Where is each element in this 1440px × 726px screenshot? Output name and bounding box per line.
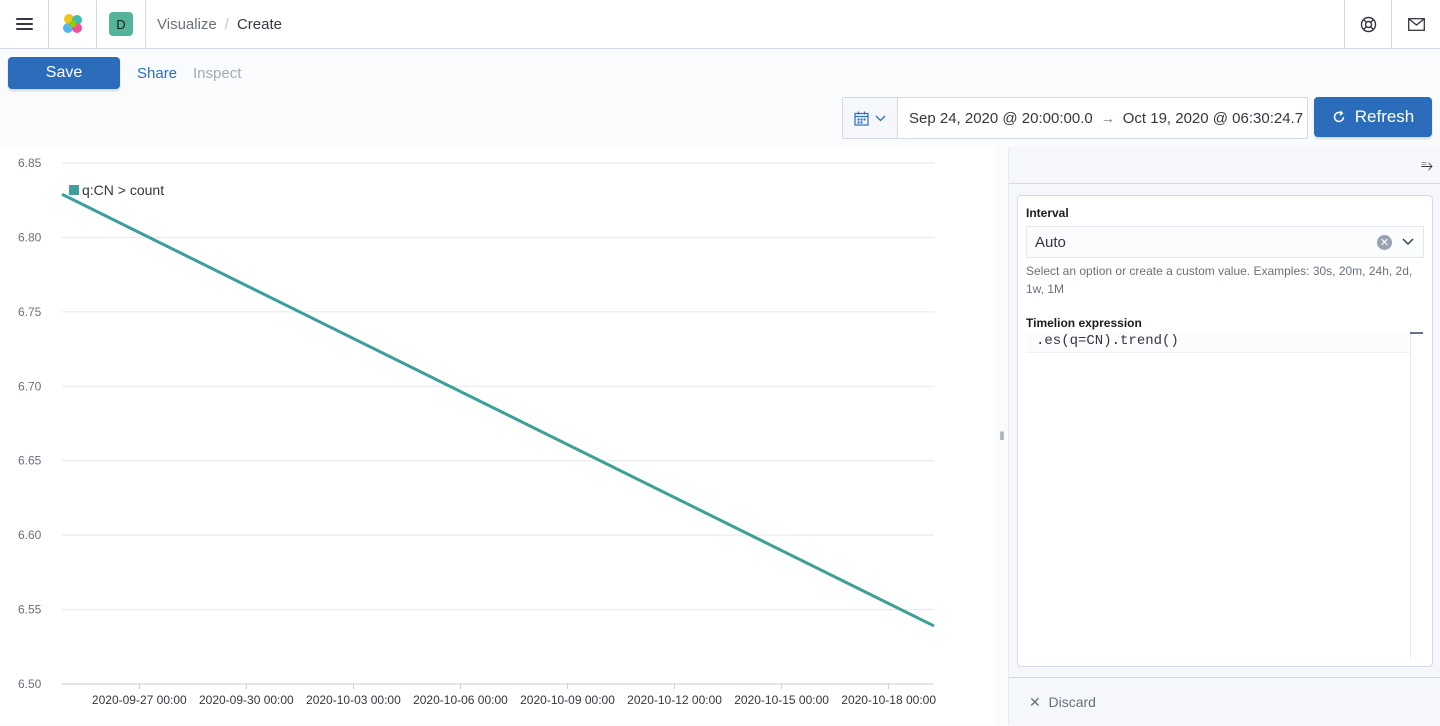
discard-bar: ✕ Discard — [1009, 677, 1440, 726]
options-panel: Interval Auto ✕ Select an option or crea… — [1017, 195, 1433, 667]
y-tick-label: 6.70 — [18, 379, 42, 393]
refresh-button[interactable]: Refresh — [1314, 97, 1432, 137]
refresh-label: Refresh — [1354, 107, 1415, 126]
resize-handle[interactable]: ‖ — [996, 147, 1008, 725]
discard-label: Discard — [1048, 694, 1096, 710]
mail-icon — [1407, 17, 1425, 31]
discard-button[interactable]: ✕ Discard — [1029, 694, 1096, 711]
expression-editor[interactable]: .es(q=CN).trend() — [1026, 332, 1423, 658]
help-button[interactable] — [1345, 0, 1391, 48]
breadcrumb-visualize[interactable]: Visualize — [157, 16, 217, 33]
breadcrumb-create: Create — [236, 15, 282, 33]
elastic-logo-icon — [62, 14, 82, 33]
refresh-icon — [1333, 110, 1344, 123]
quick-select-button[interactable] — [843, 98, 898, 138]
newsfeed-button[interactable] — [1392, 0, 1440, 48]
editor-scrollbar — [1410, 332, 1411, 658]
help-icon — [1360, 16, 1376, 32]
y-tick-label: 6.75 — [18, 305, 42, 319]
x-tick-label: 2020-09-27 00:00 — [92, 693, 187, 707]
editor-sidebar: ⥱ Interval Auto ✕ Select an option or cr… — [1008, 147, 1440, 726]
x-tick-label: 2020-10-06 00:00 — [413, 693, 508, 707]
y-tick-label: 6.65 — [18, 454, 42, 468]
home-logo[interactable] — [49, 0, 96, 48]
breadcrumb-separator: / — [224, 15, 229, 33]
interval-help-text: Select an option or create a custom valu… — [1026, 264, 1413, 296]
date-range-display: Sep 24, 2020 @ 20:00:00.0 → Oct 19, 2020… — [898, 110, 1303, 127]
editor-active-line: .es(q=CN).trend() — [1026, 332, 1410, 353]
y-tick-label: 6.85 — [18, 156, 42, 170]
hamburger-icon — [15, 15, 33, 33]
legend-label: q:CN > count — [82, 182, 164, 198]
calendar-icon — [854, 111, 869, 126]
timelion-chart: 6.85 6.80 6.75 6.70 6.65 6.60 6.55 6.50 2020-09-… — [18, 156, 936, 707]
space-selector[interactable]: D — [97, 0, 145, 48]
top-nav-bar: D Visualize / Create — [0, 0, 1440, 49]
save-button[interactable]: Save — [8, 57, 120, 89]
legend-swatch — [69, 185, 79, 195]
date-range-picker: Sep 24, 2020 @ 20:00:00.0 → Oct 19, 2020… — [842, 97, 1308, 139]
x-tick-label: 2020-10-15 00:00 — [734, 693, 829, 707]
date-start[interactable]: Sep 24, 2020 @ 20:00:00.0 — [909, 110, 1093, 127]
share-link[interactable]: Share — [137, 65, 177, 82]
arrow-right-icon: → — [1100, 110, 1115, 126]
interval-value: Auto — [1035, 233, 1066, 251]
x-tick-label: 2020-10-09 00:00 — [520, 693, 615, 707]
series-line — [61, 192, 935, 628]
breadcrumb: Visualize / Create — [157, 0, 282, 48]
expression-code: .es(q=CN).trend() — [1036, 333, 1179, 349]
clear-icon[interactable]: ✕ — [1377, 234, 1392, 250]
space-avatar: D — [109, 12, 133, 36]
expression-label: Timelion expression — [1026, 316, 1142, 330]
x-tick-label: 2020-10-18 00:00 — [841, 693, 936, 707]
editor-scroll-mark — [1410, 332, 1423, 334]
interval-label: Interval — [1026, 206, 1069, 220]
visualize-toolbar: Save Share Inspect Sep 24, 2020 @ 20:00:… — [0, 49, 1440, 147]
x-tick-label: 2020-09-30 00:00 — [199, 693, 294, 707]
inspect-link[interactable]: Inspect — [193, 65, 241, 82]
x-tick-label: 2020-10-12 00:00 — [627, 693, 722, 707]
collapse-sidebar-icon[interactable]: ⥱ — [1421, 157, 1433, 174]
interval-combobox[interactable]: Auto ✕ — [1026, 226, 1424, 258]
chevron-down-icon — [875, 115, 886, 121]
menu-button[interactable] — [0, 0, 48, 48]
y-tick-label: 6.80 — [18, 230, 42, 244]
date-end[interactable]: Oct 19, 2020 @ 06:30:24.7 — [1123, 110, 1303, 127]
y-tick-label: 6.50 — [18, 677, 42, 691]
chevron-down-icon[interactable] — [1402, 238, 1414, 246]
y-tick-label: 6.55 — [18, 603, 42, 617]
x-tick-label: 2020-10-03 00:00 — [306, 693, 401, 707]
timelion-chart-panel: 6.85 6.80 6.75 6.70 6.65 6.60 6.55 6.50 2020-09-… — [0, 147, 995, 725]
y-tick-label: 6.60 — [18, 528, 42, 542]
